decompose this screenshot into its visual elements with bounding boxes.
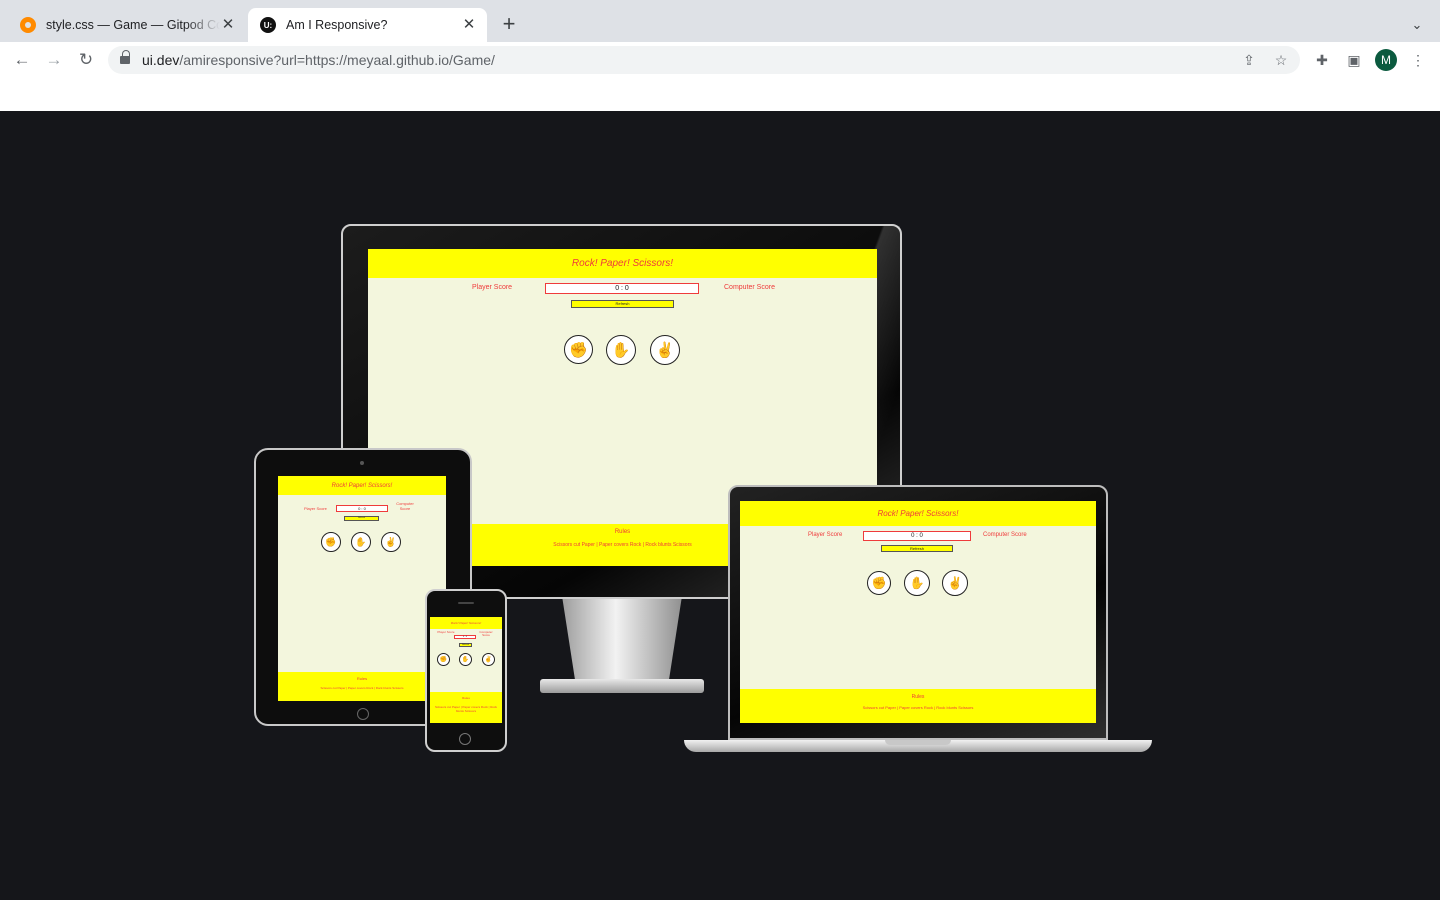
player-score-label: Player Score [808,532,843,538]
paper-icon: ✋ [461,657,470,663]
scissors-icon: ✌ [947,576,963,590]
ipad-screen: Rock! Paper! Scissors! Player Score 0 : … [278,476,446,701]
rules-text: Scissors cut Paper | Paper covers Rock |… [320,686,404,690]
player-score-label: Player Score [437,630,455,634]
paper-icon: ✋ [355,536,367,547]
ipad-camera [360,461,364,465]
iphone-speaker [458,602,474,604]
tab-amiresponsive[interactable]: U: Am I Responsive? ✕ [248,8,487,42]
game-title: Rock! Paper! Scissors! [571,258,674,269]
gitpod-icon [20,17,36,33]
score-display: 0 : 0 [863,531,971,541]
imac-stand [562,599,682,679]
score-display: 0 : 0 [545,283,699,294]
ipad-home-button [357,708,369,720]
rock-icon: ✊ [439,657,448,663]
computer-score-label: Computer Score [724,284,775,291]
refresh-button[interactable]: Refresh [344,516,379,521]
rules-title: Rules [911,694,925,700]
close-icon[interactable]: ✕ [461,17,477,33]
game-header: Rock! Paper! Scissors! [740,501,1096,526]
site-header [0,78,1440,111]
computer-score-label: Computer Score [479,630,493,637]
score-display: 0 : 0 [336,505,388,512]
game-header: Rock! Paper! Scissors! [368,249,877,278]
url-text[interactable]: ui.dev/amiresponsive?url=https://meyaal.… [142,52,495,68]
share-icon[interactable]: ⇪ [1238,49,1260,71]
tab-strip: style.css — Game — Gitpod Code ✕ U: Am I… [0,0,1440,42]
scissors-button[interactable]: ✌ [650,335,680,365]
paper-button[interactable]: ✋ [904,570,930,596]
address-bar[interactable]: ui.dev/amiresponsive?url=https://meyaal.… [108,46,1300,74]
tab-title: style.css — Game — Gitpod Code [46,18,220,32]
scissors-icon: ✌ [655,342,675,359]
avatar[interactable]: M [1375,49,1397,71]
rules-text: Scissors cut Paper | Paper covers Rock |… [862,705,974,710]
game-header: Rock! Paper! Scissors! [430,617,502,629]
rock-button[interactable]: ✊ [321,532,341,552]
reload-icon[interactable]: ↻ [74,48,98,72]
rock-icon: ✊ [871,576,887,590]
star-icon[interactable]: ☆ [1270,49,1292,71]
game-footer: Rules Scissors cut Paper | Paper covers … [740,689,1096,723]
score-display: 0 : 0 [454,635,476,639]
player-score-label: Player Score [304,506,327,511]
game-title: Rock! Paper! Scissors! [877,509,959,518]
iphone-home-button [459,733,471,745]
paper-button[interactable]: ✋ [606,335,636,365]
close-icon[interactable]: ✕ [220,17,236,33]
rock-icon: ✊ [325,536,337,547]
paper-icon: ✋ [611,342,631,359]
game-header: Rock! Paper! Scissors! [278,476,446,495]
chevron-down-icon[interactable]: ⌄ [1406,14,1428,36]
game-footer: Rules Scissors cut Paper | Paper covers … [430,692,502,723]
scissors-icon: ✌ [385,536,397,547]
imac-stand-foot [540,679,704,693]
side-panel-icon[interactable]: ▣ [1343,49,1365,71]
mockup-stage: Rock! Paper! Scissors! Player Score 0 : … [0,111,1440,900]
back-arrow-icon[interactable]: ← [10,48,34,72]
iphone-screen: Rock! Paper! Scissors! Player Score 0 : … [430,617,502,723]
game-title: Rock! Paper! Scissors! [331,482,393,489]
refresh-button[interactable]: Refresh [881,545,953,552]
rock-button[interactable]: ✊ [437,653,450,666]
game-footer: Rules Scissors cut Paper | Paper covers … [278,672,446,701]
refresh-button[interactable]: Refresh [459,643,472,647]
rock-icon: ✊ [569,341,588,359]
scissors-button[interactable]: ✌ [381,532,401,552]
tab-gitpod[interactable]: style.css — Game — Gitpod Code ✕ [8,8,246,42]
rock-button[interactable]: ✊ [867,571,891,595]
rules-title: Rules [462,696,470,700]
paper-icon: ✋ [909,576,925,590]
scissors-icon: ✌ [484,657,493,663]
lock-icon[interactable] [120,50,130,64]
player-score-label: Player Score [472,284,513,291]
menu-icon[interactable]: ⋮ [1407,49,1429,71]
computer-score-label: Computer Score [396,501,414,511]
laptop-screen: Rock! Paper! Scissors! Player Score 0 : … [740,501,1096,723]
rules-text: Scissors cut Paper | Paper covers Rock |… [434,705,498,713]
scissors-button[interactable]: ✌ [942,570,968,596]
uidev-icon: U: [260,17,276,33]
paper-button[interactable]: ✋ [459,653,472,666]
paper-button[interactable]: ✋ [351,532,371,552]
computer-score-label: Computer Score [983,532,1027,538]
rock-button[interactable]: ✊ [564,335,593,364]
laptop-notch [885,740,951,745]
scissors-button[interactable]: ✌ [482,653,495,666]
game-title: Rock! Paper! Scissors! [450,621,482,625]
rules-title: Rules [356,676,368,681]
forward-arrow-icon[interactable]: → [42,48,66,72]
tab-title: Am I Responsive? [286,18,388,32]
new-tab-button[interactable]: + [498,13,520,36]
refresh-button[interactable]: Refresh [571,300,674,308]
extensions-icon[interactable]: ✚ [1311,49,1333,71]
browser-toolbar: ← → ↻ ui.dev/amiresponsive?url=https://m… [0,42,1440,78]
